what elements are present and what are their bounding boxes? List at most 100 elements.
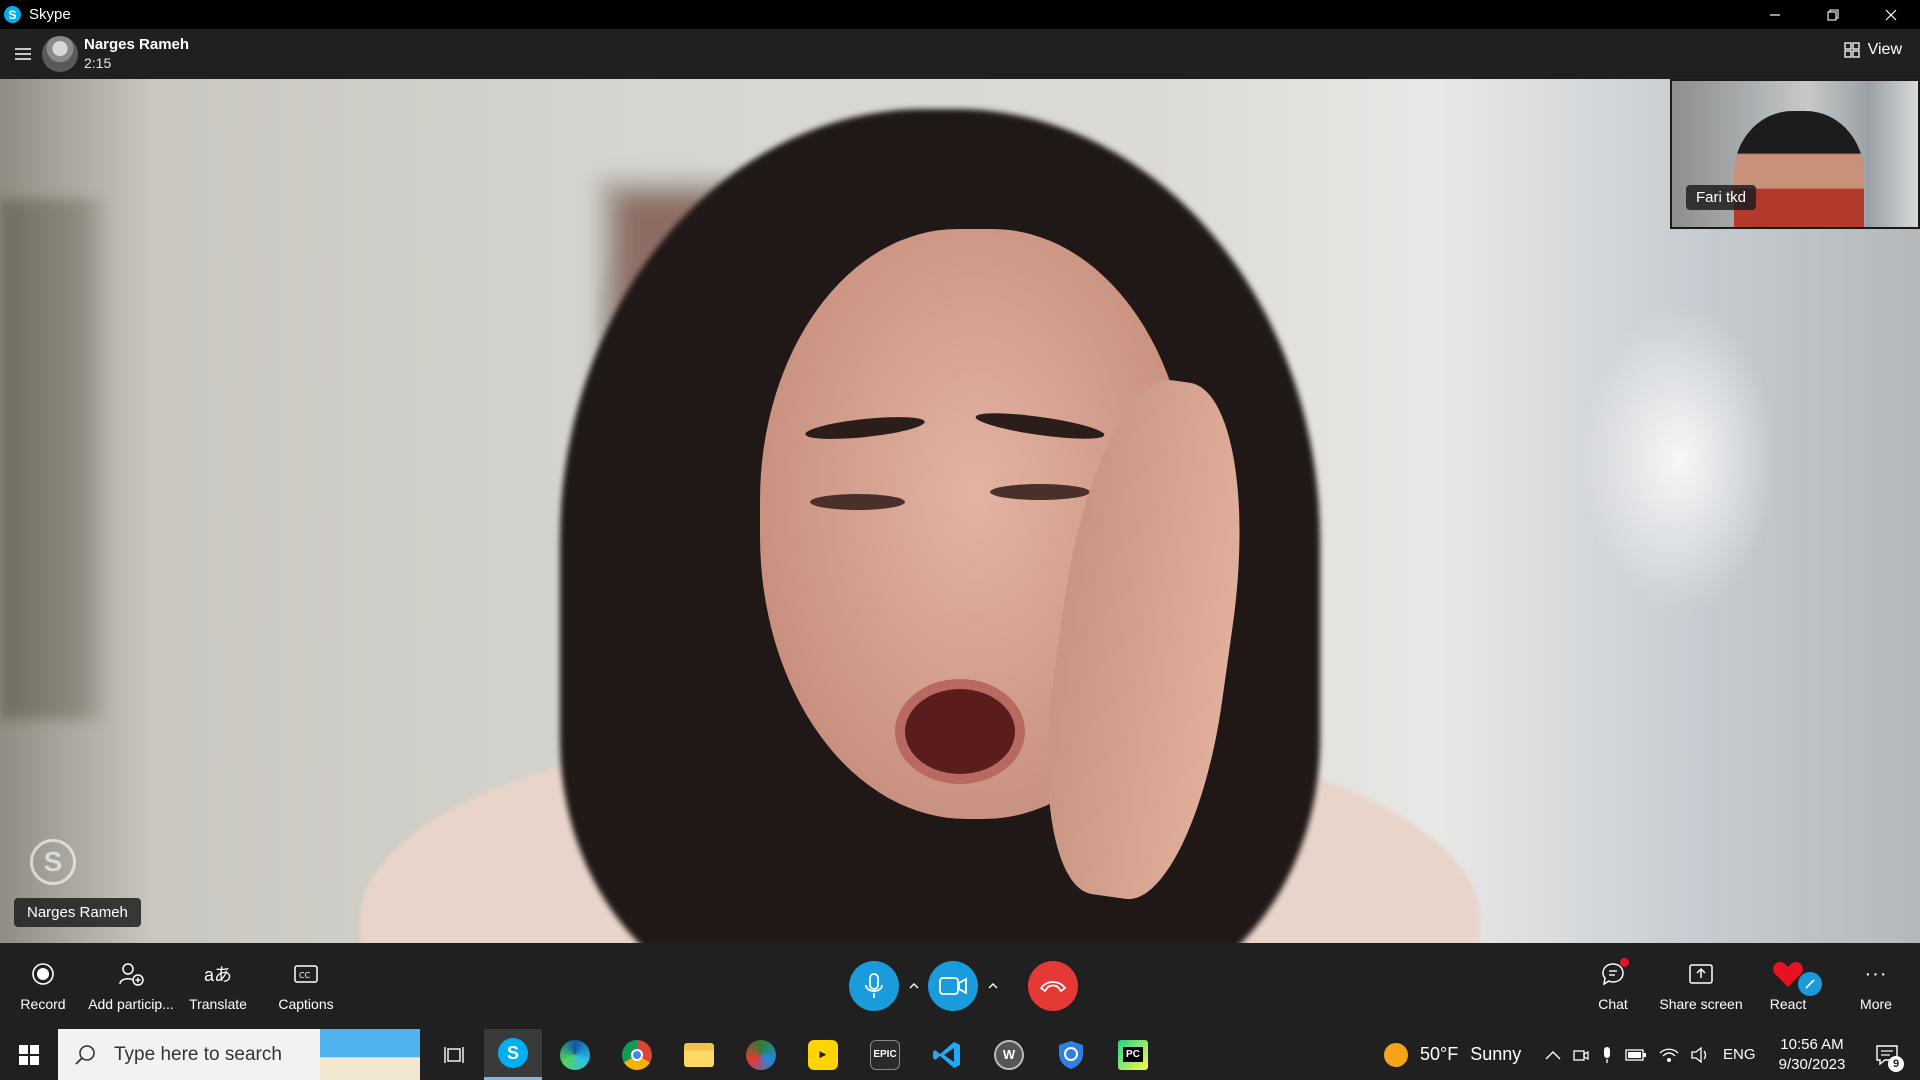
skype-icon: S <box>498 1038 528 1068</box>
weather-widget[interactable]: 50°F Sunny <box>1384 1029 1521 1080</box>
end-call-icon <box>1039 981 1067 993</box>
contact-avatar[interactable] <box>42 36 78 72</box>
share-screen-icon <box>1689 964 1713 984</box>
window-title: Skype <box>29 6 71 23</box>
record-button[interactable]: Record <box>14 943 72 1029</box>
minimize-button[interactable] <box>1746 0 1804 29</box>
start-button[interactable] <box>0 1029 58 1080</box>
language-indicator[interactable]: ENG <box>1723 1046 1756 1063</box>
captions-label: Captions <box>278 996 334 1012</box>
volume-icon[interactable] <box>1691 1046 1711 1063</box>
search-highlight-banner <box>320 1029 420 1080</box>
taskbar-kmplayer[interactable]: ▶ <box>794 1029 852 1080</box>
captions-icon: CC <box>294 965 318 983</box>
view-button[interactable]: View <box>1843 41 1902 59</box>
microphone-button[interactable] <box>849 961 899 1011</box>
audio-options-button[interactable] <box>903 975 925 997</box>
edit-reaction-icon[interactable] <box>1798 972 1822 996</box>
call-controls-bar: Record Add particip... aあ Translate CC C… <box>0 943 1920 1029</box>
taskbar-browser-app[interactable] <box>732 1029 790 1080</box>
hamburger-icon <box>15 48 31 60</box>
wps-icon: W <box>994 1039 1024 1070</box>
taskbar-pycharm[interactable]: PC <box>1104 1029 1162 1080</box>
notification-count: 9 <box>1888 1056 1904 1072</box>
close-button[interactable] <box>1862 0 1920 29</box>
self-view-person <box>1734 111 1864 227</box>
chevron-up-icon <box>988 983 998 989</box>
video-options-button[interactable] <box>982 975 1004 997</box>
search-icon <box>75 1044 95 1065</box>
self-view-name-tag: Fari tkd <box>1686 185 1757 210</box>
battery-icon[interactable] <box>1625 1048 1647 1062</box>
taskbar-epic-games[interactable]: EPIC <box>856 1029 914 1080</box>
contact-name: Narges Rameh <box>84 36 190 53</box>
more-label: More <box>1860 996 1892 1012</box>
microphone-icon <box>865 973 883 998</box>
taskbar-file-explorer[interactable] <box>670 1029 728 1080</box>
react-button[interactable]: React <box>1766 943 1822 1029</box>
translate-label: Translate <box>189 996 247 1012</box>
call-header: Narges Rameh 2:15 View <box>0 29 1920 79</box>
taskbar-security-app[interactable] <box>1042 1029 1100 1080</box>
player-icon: ▶ <box>808 1039 838 1070</box>
taskbar-search-box[interactable]: Type here to search <box>58 1029 420 1080</box>
taskbar-vscode[interactable] <box>918 1029 976 1080</box>
remote-video[interactable]: S Narges Rameh <box>0 79 1920 943</box>
menu-button[interactable] <box>0 29 46 79</box>
add-participants-label: Add particip... <box>88 996 174 1012</box>
background-frame-left <box>0 199 110 719</box>
translate-button[interactable]: aあ Translate <box>188 943 248 1029</box>
chat-button[interactable]: Chat <box>1588 943 1638 1029</box>
taskbar-chrome[interactable] <box>608 1029 666 1080</box>
windows-taskbar: Type here to search S ▶ EPIC W PC 50°F S… <box>0 1029 1920 1080</box>
taskbar-wps[interactable]: W <box>980 1029 1038 1080</box>
view-label: View <box>1867 41 1902 58</box>
skype-icon: S <box>4 6 21 23</box>
epic-games-icon: EPIC <box>870 1039 900 1070</box>
vscode-icon <box>933 1041 960 1068</box>
chrome-icon <box>622 1039 652 1070</box>
grid-view-icon <box>1843 42 1860 58</box>
weather-temp: 50°F <box>1420 1044 1459 1064</box>
taskbar-skype[interactable]: S <box>484 1029 542 1080</box>
add-person-icon <box>119 963 144 986</box>
call-duration: 2:15 <box>84 55 112 71</box>
task-view-icon <box>444 1046 464 1063</box>
translate-icon: aあ <box>203 965 232 985</box>
hang-up-button[interactable] <box>1028 961 1078 1011</box>
restore-button[interactable] <box>1804 0 1862 29</box>
video-button[interactable] <box>928 961 978 1011</box>
shield-icon <box>1059 1040 1083 1069</box>
more-button[interactable]: ··· More <box>1852 943 1900 1029</box>
system-tray: ENG <box>1545 1029 1756 1080</box>
remote-name-tag: Narges Rameh <box>14 898 141 927</box>
chevron-up-icon <box>909 983 919 989</box>
record-label: Record <box>20 996 66 1012</box>
clock-date: 9/30/2023 <box>1778 1056 1846 1073</box>
add-participants-button[interactable]: Add particip... <box>86 943 176 1029</box>
microphone-icon[interactable] <box>1601 1046 1613 1064</box>
taskbar-clock[interactable]: 10:56 AM 9/30/2023 <box>1772 1035 1852 1075</box>
clock-time: 10:56 AM <box>1780 1036 1844 1053</box>
react-label: React <box>1769 996 1807 1012</box>
share-screen-button[interactable]: Share screen <box>1657 943 1745 1029</box>
svg-text:CC: CC <box>299 971 311 980</box>
taskbar-edge[interactable] <box>546 1029 604 1080</box>
notification-center-button[interactable]: 9 <box>1862 1029 1912 1080</box>
record-icon <box>32 963 54 985</box>
globe-app-icon <box>746 1039 776 1070</box>
captions-button[interactable]: CC Captions <box>275 943 337 1029</box>
self-view-video[interactable]: Fari tkd <box>1670 79 1920 229</box>
restore-icon <box>1827 8 1839 21</box>
title-bar: S Skype <box>0 0 1920 29</box>
more-dots-icon: ··· <box>1864 962 1888 985</box>
window-controls <box>1746 0 1920 29</box>
windows-logo-icon <box>19 1044 39 1065</box>
video-camera-icon <box>939 977 967 995</box>
task-view-button[interactable] <box>425 1029 483 1080</box>
share-screen-label: Share screen <box>1659 996 1743 1012</box>
chevron-up-icon[interactable] <box>1545 1050 1561 1060</box>
meet-now-icon[interactable] <box>1573 1047 1589 1063</box>
wifi-icon[interactable] <box>1659 1047 1679 1063</box>
skype-watermark-icon: S <box>30 839 76 885</box>
